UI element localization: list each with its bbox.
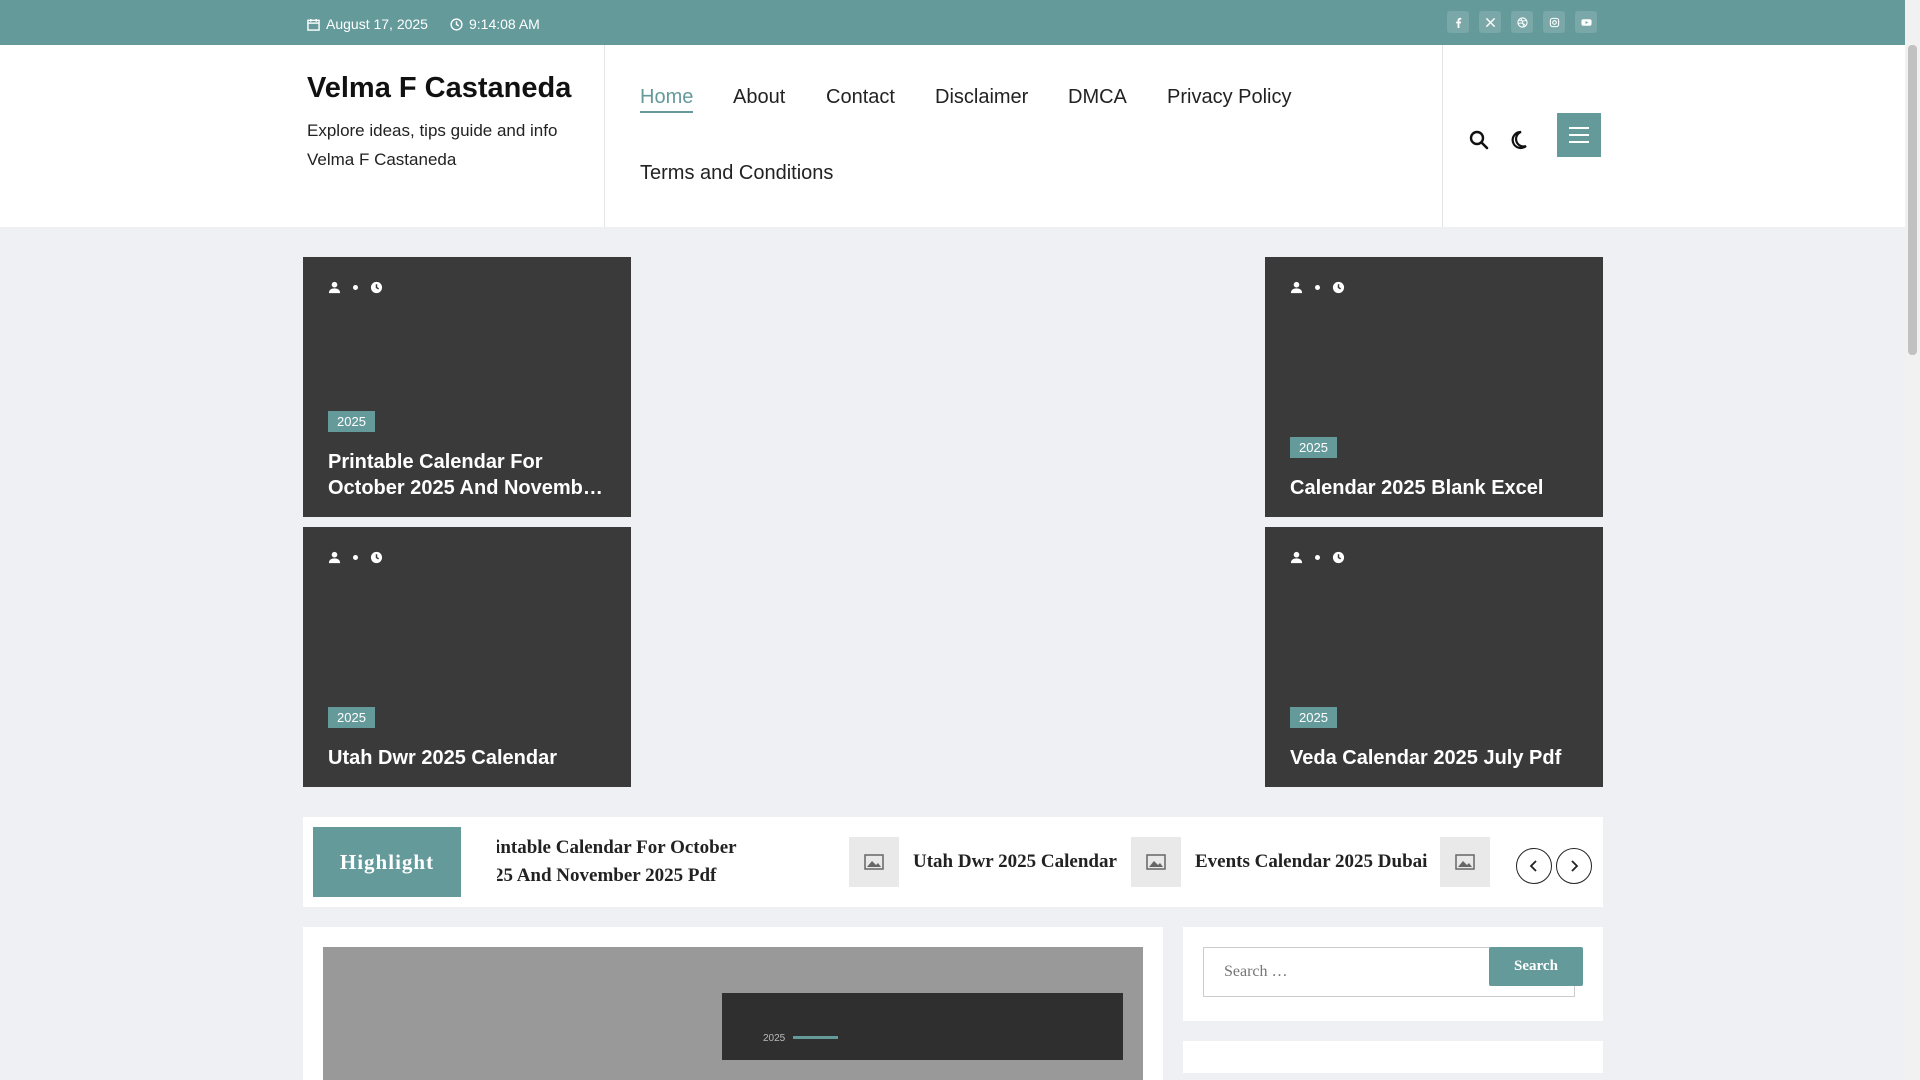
sidebar-widget <box>1183 1041 1603 1073</box>
chevron-right-icon <box>1571 860 1579 872</box>
offcanvas-menu-button[interactable] <box>1557 113 1601 157</box>
post-meta <box>1290 551 1345 564</box>
author-icon[interactable] <box>328 281 341 294</box>
post-meta <box>1290 281 1345 294</box>
featured-card[interactable]: 2025 Printable Calendar For October 2025… <box>303 257 631 517</box>
clock-icon <box>1332 281 1345 294</box>
clock-icon <box>1332 551 1345 564</box>
meta-separator <box>1315 555 1320 560</box>
post-thumbnail[interactable] <box>849 837 899 887</box>
header-divider <box>1442 45 1443 227</box>
scrollbar-thumb[interactable] <box>1908 45 1917 355</box>
nav-dmca[interactable]: DMCA <box>1068 86 1127 109</box>
category-underline <box>793 1036 838 1039</box>
nav-privacy-policy[interactable]: Privacy Policy <box>1167 86 1291 109</box>
featured-card[interactable]: 2025 Veda Calendar 2025 July Pdf <box>1265 527 1603 787</box>
ticker-item[interactable]: Printable Calendar For October 2025 And … <box>497 817 775 907</box>
card-title[interactable]: Veda Calendar 2025 July Pdf <box>1290 745 1578 771</box>
post-meta <box>328 281 383 294</box>
date-text: August 17, 2025 <box>326 16 428 32</box>
nav-home[interactable]: Home <box>640 86 694 113</box>
meta-separator <box>1315 285 1320 290</box>
clock-icon <box>370 551 383 564</box>
ticker-item-title[interactable]: Printable Calendar For October 2025 And … <box>497 834 775 890</box>
nav-disclaimer[interactable]: Disclaimer <box>935 86 1028 109</box>
hamburger-icon-line <box>1569 141 1589 143</box>
youtube-icon[interactable] <box>1575 11 1597 33</box>
featured-card[interactable]: 2025 Calendar 2025 Blank Excel <box>1265 257 1603 517</box>
time-display: 9:14:08 AM <box>450 16 540 32</box>
category-badge[interactable]: 2025 <box>1290 437 1337 458</box>
site-branding: Velma F Castaneda Explore ideas, tips gu… <box>307 69 597 174</box>
hamburger-icon-line <box>1569 134 1589 136</box>
calendar-icon <box>307 18 320 31</box>
site-tagline: Explore ideas, tips guide and info Velma… <box>307 121 558 169</box>
top-bar: August 17, 2025 9:14:08 AM <box>0 0 1905 45</box>
search-widget: Search <box>1183 927 1603 1021</box>
ticker-item-title[interactable]: Utah Dwr 2025 Calendar <box>913 851 1117 873</box>
meta-separator <box>353 285 358 290</box>
author-icon[interactable] <box>328 551 341 564</box>
post-category[interactable]: 2025 <box>763 1033 785 1044</box>
instagram-icon[interactable] <box>1543 11 1565 33</box>
facebook-icon[interactable] <box>1447 11 1469 33</box>
ticker-item-title[interactable]: Events Calendar 2025 Dubai <box>1195 851 1427 873</box>
category-badge[interactable]: 2025 <box>328 411 375 432</box>
featured-card[interactable]: 2025 Utah Dwr 2025 Calendar <box>303 527 631 787</box>
nav-contact[interactable]: Contact <box>826 86 895 109</box>
post-meta <box>328 551 383 564</box>
site-title[interactable]: Velma F Castaneda <box>307 69 597 108</box>
clock-icon <box>370 281 383 294</box>
card-title[interactable]: Calendar 2025 Blank Excel <box>1290 475 1578 501</box>
time-text: 9:14:08 AM <box>469 16 540 32</box>
dark-mode-toggle-icon[interactable] <box>1507 129 1529 151</box>
nav-about[interactable]: About <box>733 86 785 109</box>
chevron-left-icon <box>1529 860 1537 872</box>
category-badge[interactable]: 2025 <box>1290 707 1337 728</box>
main-post-area: 2025 <box>303 927 1163 1080</box>
post-thumbnail[interactable] <box>1440 837 1490 887</box>
date-display: August 17, 2025 <box>307 16 428 32</box>
x-icon[interactable] <box>1479 11 1501 33</box>
category-badge[interactable]: 2025 <box>328 707 375 728</box>
highlight-label: Highlight <box>313 827 461 897</box>
ticker-item[interactable] <box>1440 817 1497 907</box>
clock-icon <box>450 17 463 31</box>
meta-separator <box>353 555 358 560</box>
ticker-prev-button[interactable] <box>1516 848 1552 884</box>
post-overlay: 2025 <box>722 993 1123 1060</box>
image-placeholder-icon <box>1146 854 1166 870</box>
author-icon[interactable] <box>1290 551 1303 564</box>
ticker-track: Printable Calendar For October 2025 And … <box>497 817 1497 907</box>
ticker-item[interactable]: Events Calendar 2025 Dubai <box>1131 817 1427 907</box>
dribbble-icon[interactable] <box>1511 11 1533 33</box>
card-title[interactable]: Utah Dwr 2025 Calendar <box>328 745 606 771</box>
image-placeholder-icon <box>1455 854 1475 870</box>
search-icon[interactable] <box>1468 129 1490 151</box>
site-header: Velma F Castaneda Explore ideas, tips gu… <box>0 45 1905 227</box>
nav-terms-and-conditions[interactable]: Terms and Conditions <box>640 162 833 185</box>
social-links <box>1447 11 1597 33</box>
ticker-item[interactable]: Utah Dwr 2025 Calendar <box>849 817 1117 907</box>
card-title[interactable]: Printable Calendar For October 2025 And … <box>328 449 606 501</box>
highlight-ticker: Highlight Printable Calendar For October… <box>303 817 1603 907</box>
search-button[interactable]: Search <box>1489 947 1583 986</box>
ticker-next-button[interactable] <box>1556 848 1592 884</box>
post-thumbnail[interactable] <box>1131 837 1181 887</box>
page-scrollbar[interactable] <box>1905 0 1920 1080</box>
hamburger-icon <box>1569 127 1589 129</box>
header-divider <box>604 45 605 227</box>
author-icon[interactable] <box>1290 281 1303 294</box>
image-placeholder-icon <box>864 854 884 870</box>
